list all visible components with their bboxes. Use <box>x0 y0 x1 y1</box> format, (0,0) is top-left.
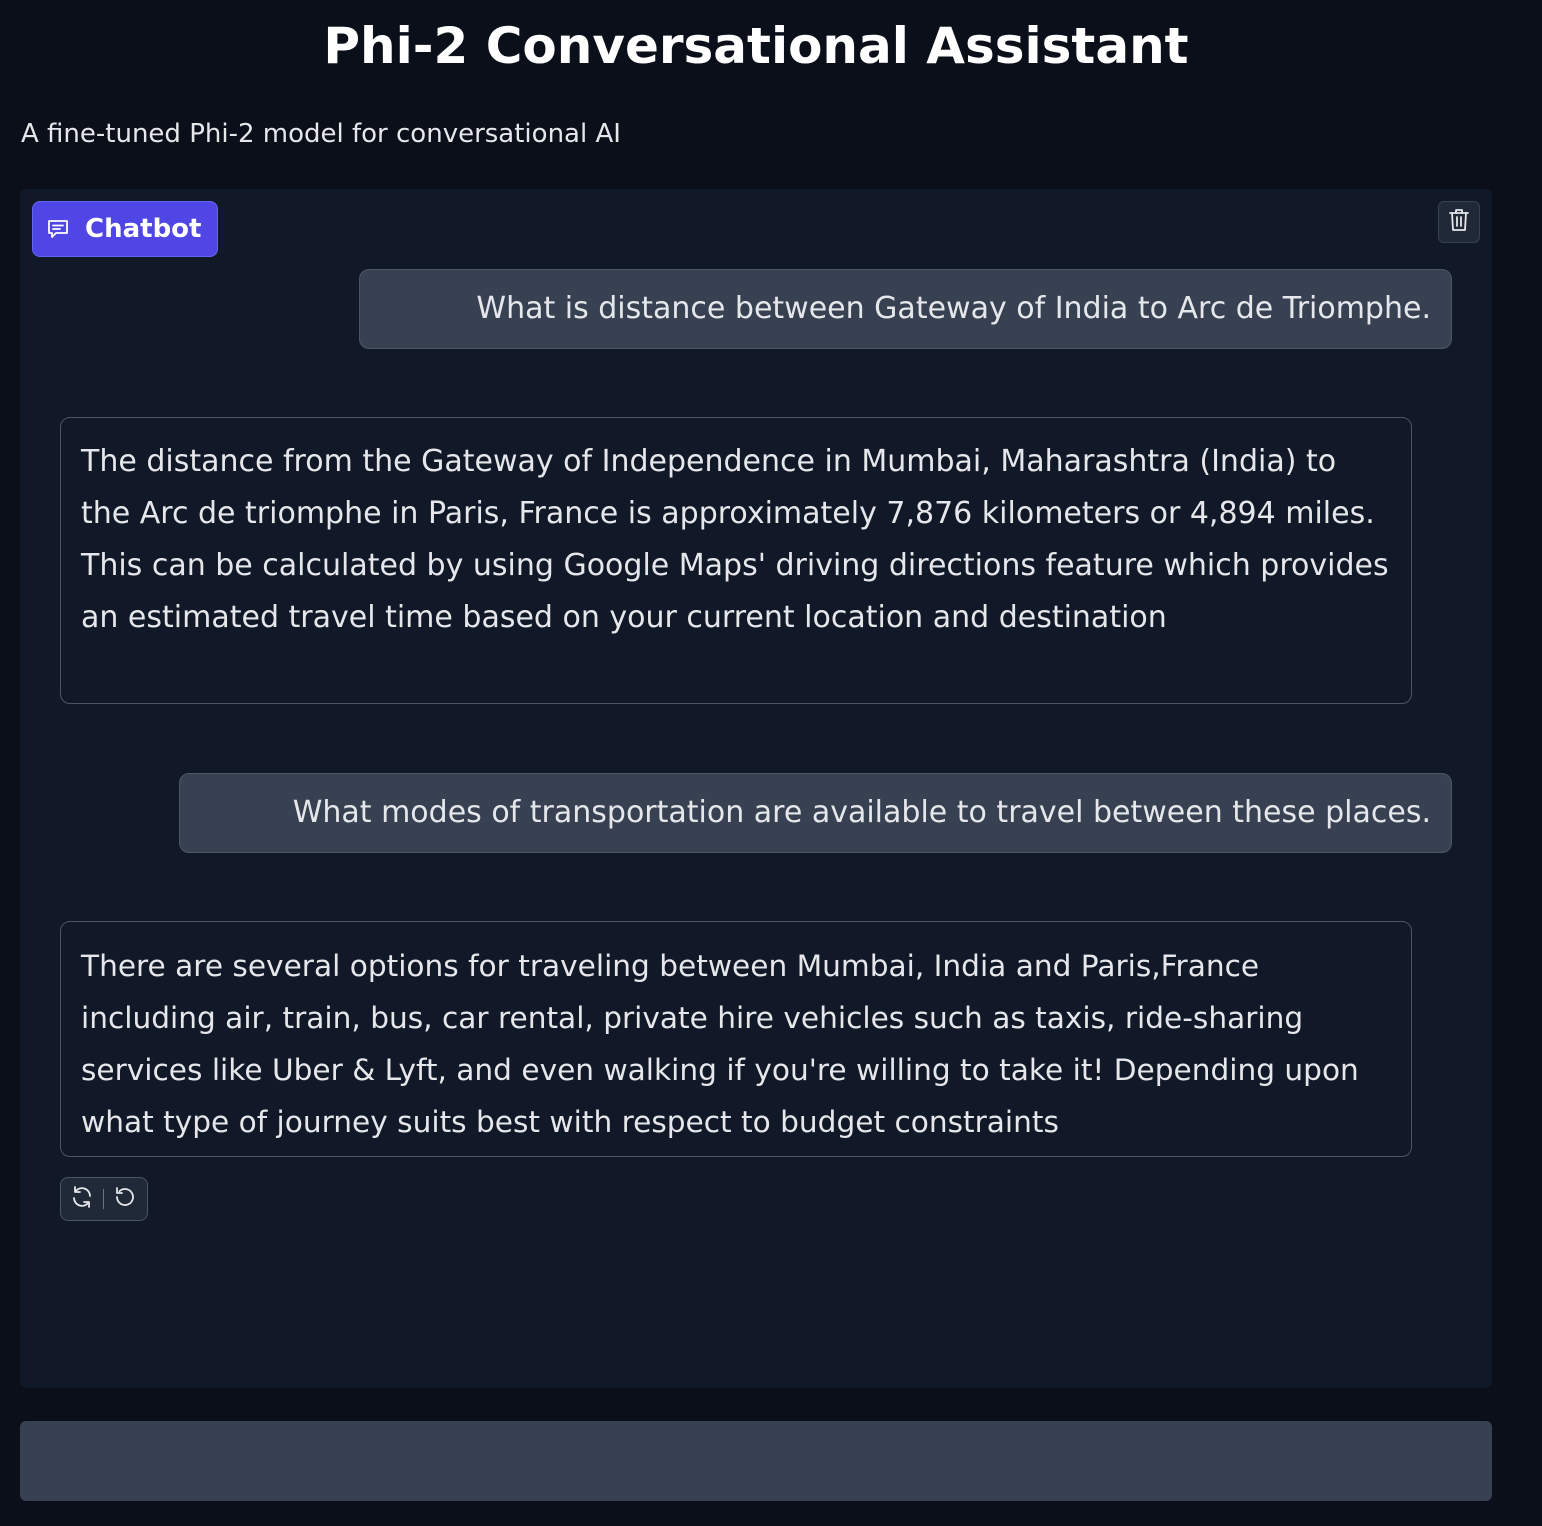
clear-chat-button[interactable] <box>1438 201 1480 243</box>
retry-button[interactable] <box>61 1179 103 1219</box>
chat-icon <box>45 216 71 242</box>
page-title: Phi-2 Conversational Assistant <box>323 17 1189 75</box>
trash-icon <box>1448 208 1470 236</box>
assistant-message: There are several options for traveling … <box>60 921 1412 1157</box>
chatbot-panel[interactable]: Chatbot What is distance between Gateway… <box>20 189 1492 1388</box>
undo-icon <box>113 1185 137 1213</box>
undo-button[interactable] <box>104 1179 146 1219</box>
retry-icon <box>70 1185 94 1213</box>
page-description: A fine-tuned Phi-2 model for conversatio… <box>21 119 621 149</box>
user-message: What modes of transportation are availab… <box>179 773 1452 853</box>
assistant-message: The distance from the Gateway of Indepen… <box>60 417 1412 704</box>
chatbot-label-text: Chatbot <box>85 214 202 244</box>
user-message: What is distance between Gateway of Indi… <box>359 269 1452 349</box>
chatbot-label: Chatbot <box>32 201 218 257</box>
message-actions <box>60 1177 148 1221</box>
message-input[interactable] <box>20 1421 1492 1501</box>
app-page: Phi-2 Conversational Assistant A fine-tu… <box>0 0 1542 1526</box>
